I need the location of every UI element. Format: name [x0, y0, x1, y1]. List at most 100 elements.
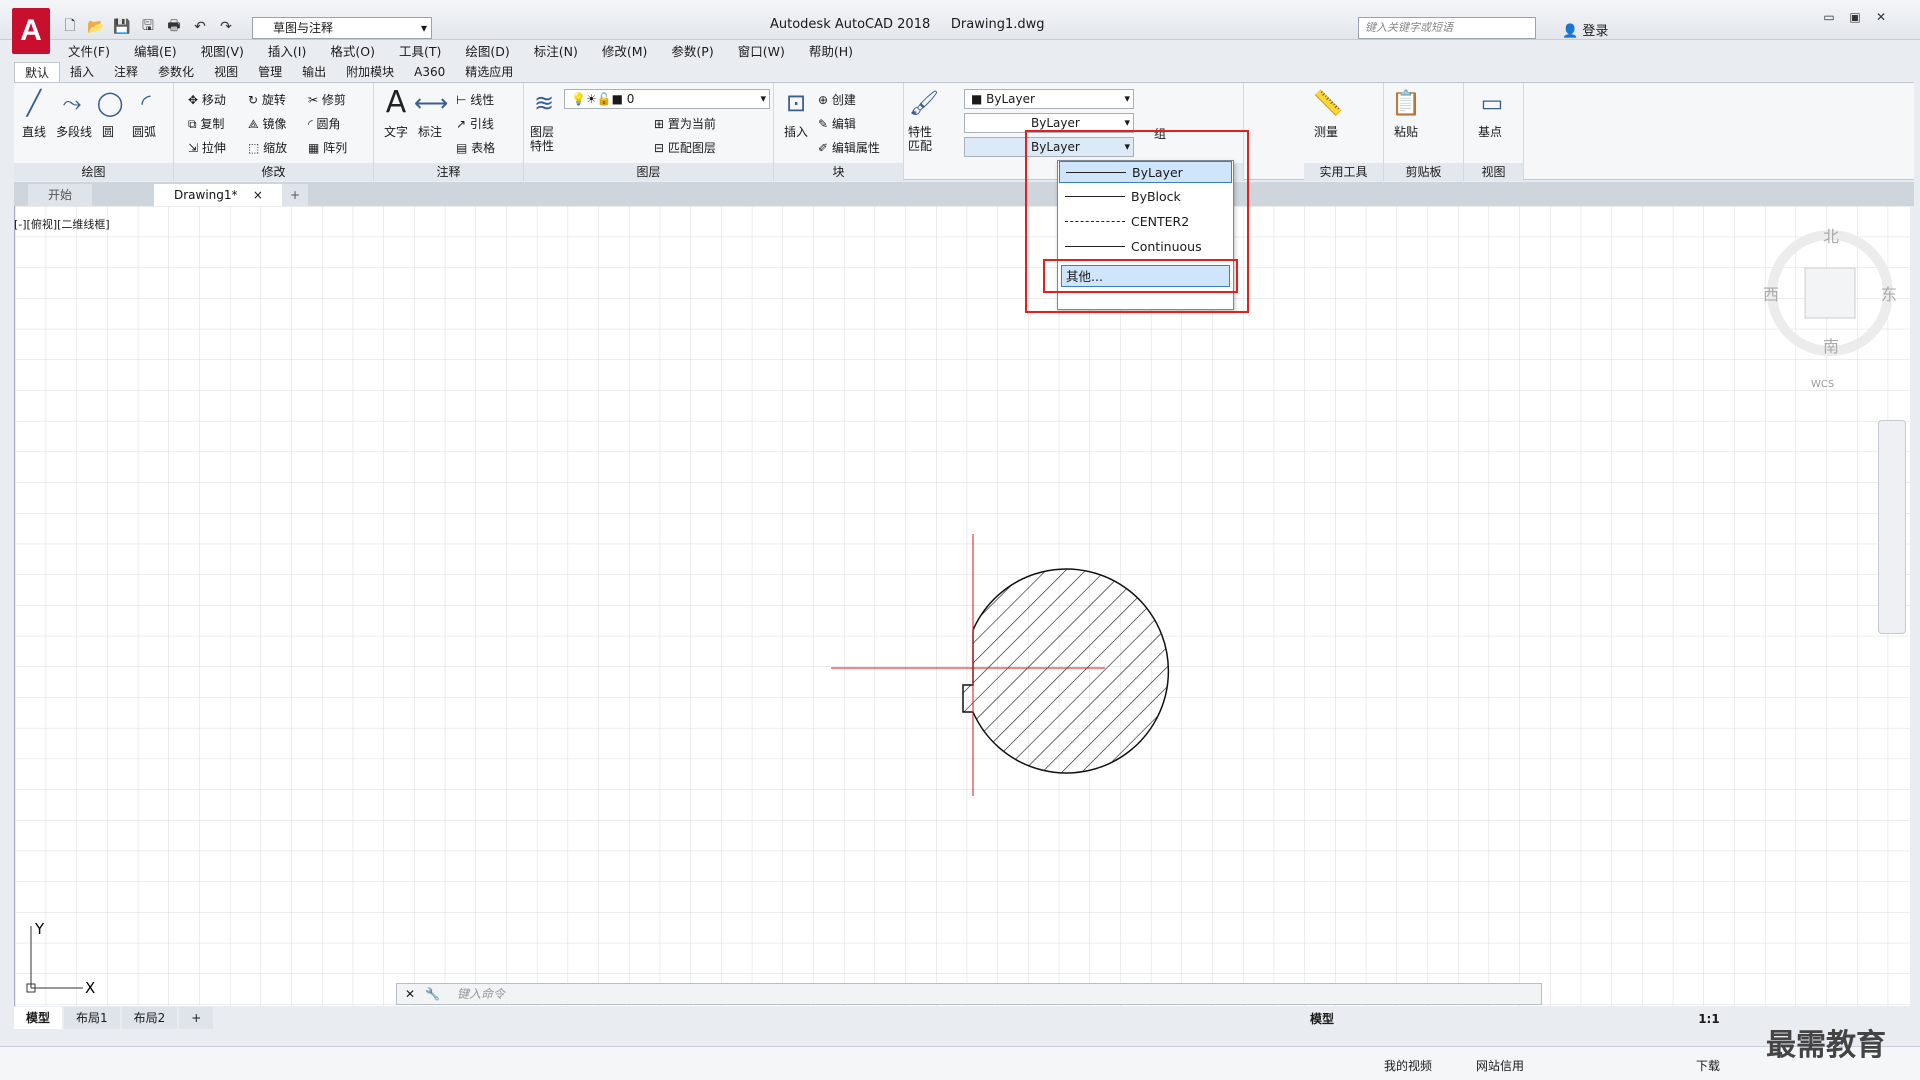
search-input[interactable]: 键入关键字或短语	[1358, 17, 1536, 39]
menu-item[interactable]: 视图(V)	[189, 42, 256, 62]
base-button[interactable]: 基点	[1478, 123, 1502, 140]
menu-item[interactable]: 参数(P)	[659, 42, 725, 62]
menu-item[interactable]: 标注(N)	[522, 42, 590, 62]
compass-east[interactable]: 东	[1881, 285, 1897, 304]
credit-link[interactable]: 网站信用	[1476, 1057, 1524, 1074]
workspace-select[interactable]: 草图与注释	[252, 17, 432, 39]
open-icon[interactable]: 📂	[86, 18, 106, 36]
compass-west[interactable]: 西	[1763, 285, 1779, 304]
menu-item[interactable]: 修改(M)	[590, 42, 660, 62]
ribbon-tab[interactable]: 管理	[248, 62, 292, 82]
array-button[interactable]: ▦ 阵列	[308, 139, 347, 156]
draw-panel-title[interactable]: 绘图	[14, 163, 173, 181]
layer-select[interactable]: 💡☀🔓■ 0	[564, 89, 770, 109]
move-button[interactable]: ✥ 移动	[188, 91, 226, 108]
arc-button[interactable]: 圆弧	[132, 123, 156, 140]
dimension-button[interactable]: 标注	[418, 123, 442, 140]
compass-south[interactable]: 南	[1823, 337, 1839, 356]
ribbon-tab[interactable]: 参数化	[148, 62, 204, 82]
save-as-icon[interactable]: 🖫	[138, 18, 158, 36]
menu-item[interactable]: 工具(T)	[387, 42, 453, 62]
match-layer-button[interactable]: ⊟ 匹配图层	[654, 139, 716, 156]
navigation-bar[interactable]	[1878, 420, 1906, 634]
block-panel-title[interactable]: 块	[774, 163, 903, 181]
layers-panel-title[interactable]: 图层	[524, 163, 773, 181]
menu-item[interactable]: 绘图(D)	[453, 42, 521, 62]
maximize-button[interactable]: ▣	[1844, 10, 1866, 28]
measure-button[interactable]: 测量	[1314, 123, 1338, 140]
circle-button[interactable]: 圆	[102, 123, 114, 140]
download-link[interactable]: 下载	[1696, 1057, 1720, 1074]
viewcube-top-face[interactable]	[1804, 267, 1856, 319]
ribbon-tab[interactable]: 精选应用	[455, 62, 523, 82]
ribbon-tab[interactable]: A360	[404, 62, 455, 82]
line-button[interactable]: 直线	[22, 123, 46, 140]
tab-start[interactable]: 开始	[28, 184, 93, 206]
edit-attributes-button[interactable]: ✐ 编辑属性	[818, 139, 880, 156]
menu-item[interactable]: 编辑(E)	[122, 42, 189, 62]
close-tab-icon[interactable]: ×	[253, 188, 263, 202]
stretch-button[interactable]: ⇲ 拉伸	[188, 139, 226, 156]
polyline-icon[interactable]: ⤳	[56, 87, 88, 119]
color-select[interactable]: ■ ByLayer	[964, 89, 1134, 109]
ribbon-tab[interactable]: 附加模块	[336, 62, 404, 82]
close-command-icon[interactable]: ✕	[405, 984, 415, 1004]
ribbon-tab[interactable]: 注释	[104, 62, 148, 82]
leader-button[interactable]: ↗ 引线	[456, 115, 494, 132]
annotation-panel-title[interactable]: 注释	[374, 163, 523, 181]
scale-button[interactable]: ⬚ 缩放	[248, 139, 287, 156]
insert-block-button[interactable]: 插入	[784, 123, 808, 140]
arc-icon[interactable]: ◜	[130, 87, 162, 119]
match-properties-icon[interactable]: 🖌	[908, 87, 940, 119]
menu-item[interactable]: 格式(O)	[318, 42, 387, 62]
login-button[interactable]: 👤 登录	[1562, 20, 1608, 39]
fillet-button[interactable]: ◜ 圆角	[308, 115, 340, 132]
new-icon[interactable]: 🗋	[60, 18, 80, 36]
dimension-icon[interactable]: ⟷	[414, 87, 448, 119]
mirror-button[interactable]: ⟁ 镜像	[248, 115, 287, 132]
print-icon[interactable]: 🖶	[164, 18, 184, 36]
save-icon[interactable]: 💾	[112, 18, 132, 36]
new-tab-button[interactable]: +	[282, 184, 309, 206]
customize-icon[interactable]: 🔧	[425, 984, 440, 1004]
polyline-button[interactable]: 多段线	[56, 123, 92, 140]
ribbon-tab[interactable]: 默认	[14, 62, 61, 82]
tab-model[interactable]: 模型	[14, 1007, 63, 1029]
ribbon-tab[interactable]: 视图	[204, 62, 248, 82]
line-icon[interactable]: ╱	[18, 87, 50, 119]
model-space-button[interactable]: 模型	[1310, 1012, 1334, 1026]
ribbon-tab[interactable]: 输出	[292, 62, 336, 82]
compass-north[interactable]: 北	[1823, 227, 1839, 246]
application-menu-button[interactable]: A	[12, 8, 50, 54]
command-input[interactable]: 键入命令	[457, 984, 505, 1004]
table-button[interactable]: ▤ 表格	[456, 139, 495, 156]
menu-item[interactable]: 文件(F)	[56, 42, 122, 62]
create-block-button[interactable]: ⊕ 创建	[818, 91, 856, 108]
redo-icon[interactable]: ↷	[216, 18, 236, 36]
my-video-link[interactable]: 我的视频	[1384, 1057, 1432, 1074]
paste-icon[interactable]: 📋	[1390, 87, 1422, 119]
close-button[interactable]: ✕	[1870, 10, 1892, 28]
text-button[interactable]: 文字	[384, 123, 408, 140]
add-layout-button[interactable]: +	[179, 1007, 214, 1029]
match-properties-button[interactable]: 特性 匹配	[908, 125, 932, 153]
view-panel-title[interactable]: 视图	[1464, 163, 1523, 181]
modify-panel-title[interactable]: 修改	[174, 163, 373, 181]
text-icon[interactable]: A	[380, 87, 412, 119]
tab-layout2[interactable]: 布局2	[121, 1007, 178, 1029]
viewport-controls[interactable]: [-][俯视][二维线框]	[14, 216, 110, 232]
layer-properties-button[interactable]: 图层 特性	[530, 125, 554, 153]
linear-button[interactable]: ⊢ 线性	[456, 91, 494, 108]
menu-item[interactable]: 帮助(H)	[797, 42, 865, 62]
paste-button[interactable]: 粘贴	[1394, 123, 1418, 140]
copy-button[interactable]: ⧉ 复制	[188, 115, 224, 132]
set-current-button[interactable]: ⊞ 置为当前	[654, 115, 716, 132]
wcs-menu[interactable]: WCS	[1811, 379, 1834, 390]
undo-icon[interactable]: ↶	[190, 18, 210, 36]
clipboard-panel-title[interactable]: 剪贴板	[1384, 163, 1463, 181]
rotate-button[interactable]: ↻ 旋转	[248, 91, 286, 108]
utilities-panel-title[interactable]: 实用工具	[1304, 163, 1383, 181]
menu-item[interactable]: 窗口(W)	[726, 42, 797, 62]
trim-button[interactable]: ✂ 修剪	[308, 91, 346, 108]
insert-block-icon[interactable]: ⊡	[780, 87, 812, 119]
